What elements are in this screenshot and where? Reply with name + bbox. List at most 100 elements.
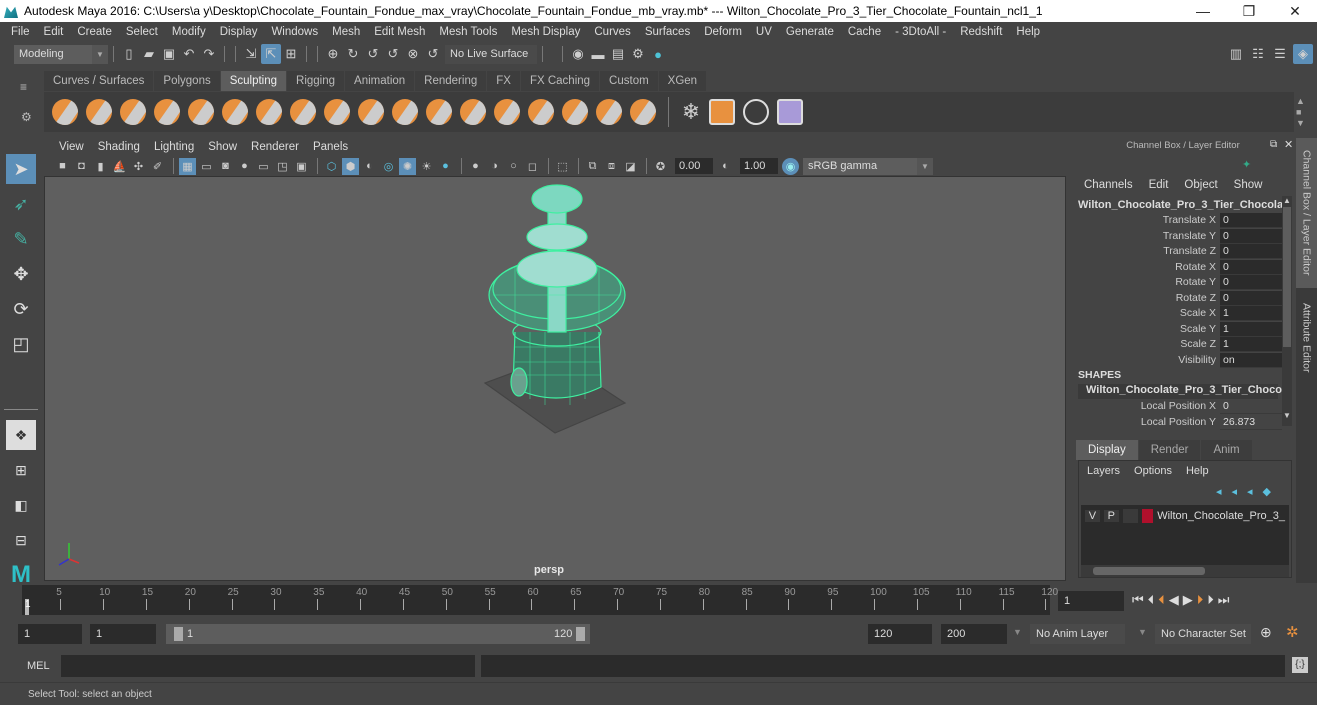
- four-view-layout-icon[interactable]: ⊞: [6, 455, 36, 485]
- flatten-tool-icon[interactable]: [222, 99, 248, 125]
- play-backwards-icon[interactable]: ◀: [1169, 592, 1179, 608]
- layer-menu-options[interactable]: Options: [1134, 465, 1172, 477]
- hypershade-icon[interactable]: ●: [648, 44, 668, 64]
- script-editor-icon[interactable]: {;}: [1292, 657, 1308, 673]
- channel-label[interactable]: Rotate Z: [1078, 291, 1220, 306]
- select-by-hierarchy-icon[interactable]: ⇲: [241, 44, 261, 64]
- menu-windows[interactable]: Windows: [264, 26, 325, 38]
- channel-label[interactable]: Scale X: [1078, 306, 1220, 321]
- viewport-menu-panels[interactable]: Panels: [306, 141, 355, 153]
- layer-display-type-toggle[interactable]: [1122, 509, 1138, 523]
- close-button[interactable]: ✕: [1272, 0, 1317, 22]
- new-scene-icon[interactable]: ▯: [119, 44, 139, 64]
- menu-deform[interactable]: Deform: [697, 26, 749, 38]
- shelf-tab-custom[interactable]: Custom: [600, 71, 658, 91]
- exposure-field[interactable]: 0.00: [675, 158, 713, 174]
- make-live-icon[interactable]: ↺: [423, 44, 443, 64]
- repeat-tool-icon[interactable]: [324, 99, 350, 125]
- go-to-end-icon[interactable]: ⏭: [1218, 592, 1230, 608]
- viewport-menu-renderer[interactable]: Renderer: [244, 141, 306, 153]
- channel-value-field[interactable]: 0: [1220, 213, 1282, 228]
- xray-active-components-icon[interactable]: ⧈: [603, 158, 620, 175]
- channel-value-field[interactable]: on: [1220, 352, 1282, 368]
- field-chart-icon[interactable]: ▭: [255, 158, 272, 175]
- menu-set-dropdown[interactable]: Modeling ▼: [14, 44, 108, 64]
- range-slider-end-handle[interactable]: [576, 627, 585, 641]
- viewport-menu-lighting[interactable]: Lighting: [147, 141, 201, 153]
- restore-button[interactable]: ❐: [1226, 0, 1272, 22]
- render-settings-icon[interactable]: ⚙: [628, 44, 648, 64]
- channel-label[interactable]: Local Position X: [1078, 399, 1220, 414]
- snap-to-curve-icon[interactable]: ↻: [343, 44, 363, 64]
- snap-to-view-plane-icon[interactable]: ⊗: [403, 44, 423, 64]
- menu-edit[interactable]: Edit: [37, 26, 71, 38]
- undo-icon[interactable]: ↶: [179, 44, 199, 64]
- range-start-field[interactable]: 1: [18, 624, 82, 644]
- freeze-tool-icon[interactable]: [630, 99, 656, 125]
- layer-menu-layers[interactable]: Layers: [1087, 465, 1120, 477]
- modeling-toolkit-icon[interactable]: ▥: [1226, 44, 1246, 64]
- channel-label[interactable]: Rotate Y: [1078, 275, 1220, 290]
- step-back-key-icon[interactable]: ⏴: [1158, 592, 1165, 608]
- layer-scrollbar[interactable]: [1081, 565, 1289, 577]
- pinch-tool-icon[interactable]: [188, 99, 214, 125]
- shelf-scroll-arrows[interactable]: ▲ ■ ▼: [1296, 96, 1305, 129]
- channel-label[interactable]: Translate Z: [1078, 244, 1220, 259]
- channel-value-field[interactable]: 0: [1220, 259, 1282, 275]
- close-panel-icon[interactable]: ✕: [1284, 138, 1293, 151]
- menu-mesh-tools[interactable]: Mesh Tools: [432, 26, 504, 38]
- shelf-tab-fx[interactable]: FX: [487, 71, 520, 91]
- shelf-tab-sculpting[interactable]: Sculpting: [220, 71, 287, 91]
- menu-create[interactable]: Create: [70, 26, 119, 38]
- viewport-menu-shading[interactable]: Shading: [91, 141, 147, 153]
- bookmarks-icon[interactable]: ▮: [92, 158, 109, 175]
- image-plane-icon[interactable]: ⛵: [111, 158, 128, 175]
- channel-box-icon[interactable]: ◈: [1293, 44, 1313, 64]
- rotate-tool-icon[interactable]: ⟳: [6, 294, 36, 324]
- safe-action-icon[interactable]: ◳: [274, 158, 291, 175]
- range-slider[interactable]: 1 120: [166, 624, 590, 644]
- playback-start-field[interactable]: 1: [90, 624, 156, 644]
- menu-help[interactable]: Help: [1009, 26, 1047, 38]
- snap-to-grid-icon[interactable]: ⊕: [323, 44, 343, 64]
- tab-channel-box[interactable]: Channel Box / Layer Editor: [1296, 138, 1317, 288]
- layer-scrollbar-thumb[interactable]: [1093, 567, 1205, 575]
- sculpt-mesh-icon[interactable]: [743, 99, 769, 125]
- persp-graph-layout-icon[interactable]: ⊟: [6, 525, 36, 555]
- layer-menu-help[interactable]: Help: [1186, 465, 1209, 477]
- 2d-pan-zoom-icon[interactable]: ✣: [130, 158, 147, 175]
- tool-settings-icon[interactable]: ☰: [1270, 44, 1290, 64]
- fountain-model-wireframe[interactable]: [45, 177, 1067, 582]
- menu-edit-mesh[interactable]: Edit Mesh: [367, 26, 432, 38]
- menu-mesh-display[interactable]: Mesh Display: [504, 26, 587, 38]
- scale-tool-icon[interactable]: ◰: [6, 329, 36, 359]
- single-perspective-layout-icon[interactable]: ❖: [6, 420, 36, 450]
- safe-title-icon[interactable]: ▣: [293, 158, 310, 175]
- gate-mask-icon[interactable]: ●: [236, 158, 253, 175]
- menu-uv[interactable]: UV: [749, 26, 779, 38]
- channel-label[interactable]: Local Position Y: [1078, 415, 1220, 430]
- anim-layer-chevron-icon[interactable]: ▼: [1013, 627, 1022, 637]
- shape-name[interactable]: Wilton_Chocolate_Pro_3_Tier_Choco...: [1078, 384, 1291, 399]
- channel-label[interactable]: Translate Y: [1078, 229, 1220, 244]
- menu-redshift[interactable]: Redshift: [953, 26, 1009, 38]
- channel-value-field[interactable]: 0: [1220, 228, 1282, 244]
- menu-surfaces[interactable]: Surfaces: [638, 26, 697, 38]
- smooth-shade-icon[interactable]: ⬢: [342, 157, 359, 175]
- tab-attribute-editor[interactable]: Attribute Editor: [1296, 293, 1317, 383]
- shelf-tab-fx-caching[interactable]: FX Caching: [520, 71, 600, 91]
- channel-label[interactable]: Visibility: [1078, 353, 1220, 368]
- layer-row[interactable]: V P Wilton_Chocolate_Pro_3_: [1081, 505, 1289, 527]
- hud-icon[interactable]: ◪: [622, 158, 639, 175]
- 3d-viewport[interactable]: [44, 176, 1066, 581]
- range-end-field[interactable]: 120: [868, 624, 932, 644]
- channel-box-menu-edit[interactable]: Edit: [1149, 179, 1169, 191]
- scroll-down-icon[interactable]: ▼: [1282, 411, 1292, 420]
- layer-action-icons[interactable]: ◂◂◂◆: [1216, 485, 1281, 498]
- menu-display[interactable]: Display: [213, 26, 265, 38]
- channel-value-field[interactable]: 0: [1220, 244, 1282, 259]
- gamma-icon[interactable]: ◐: [717, 158, 734, 175]
- auto-key-icon[interactable]: ⊕: [1260, 624, 1272, 641]
- smear-tool-icon[interactable]: [528, 99, 554, 125]
- depth-of-field-icon[interactable]: ◻: [524, 158, 541, 175]
